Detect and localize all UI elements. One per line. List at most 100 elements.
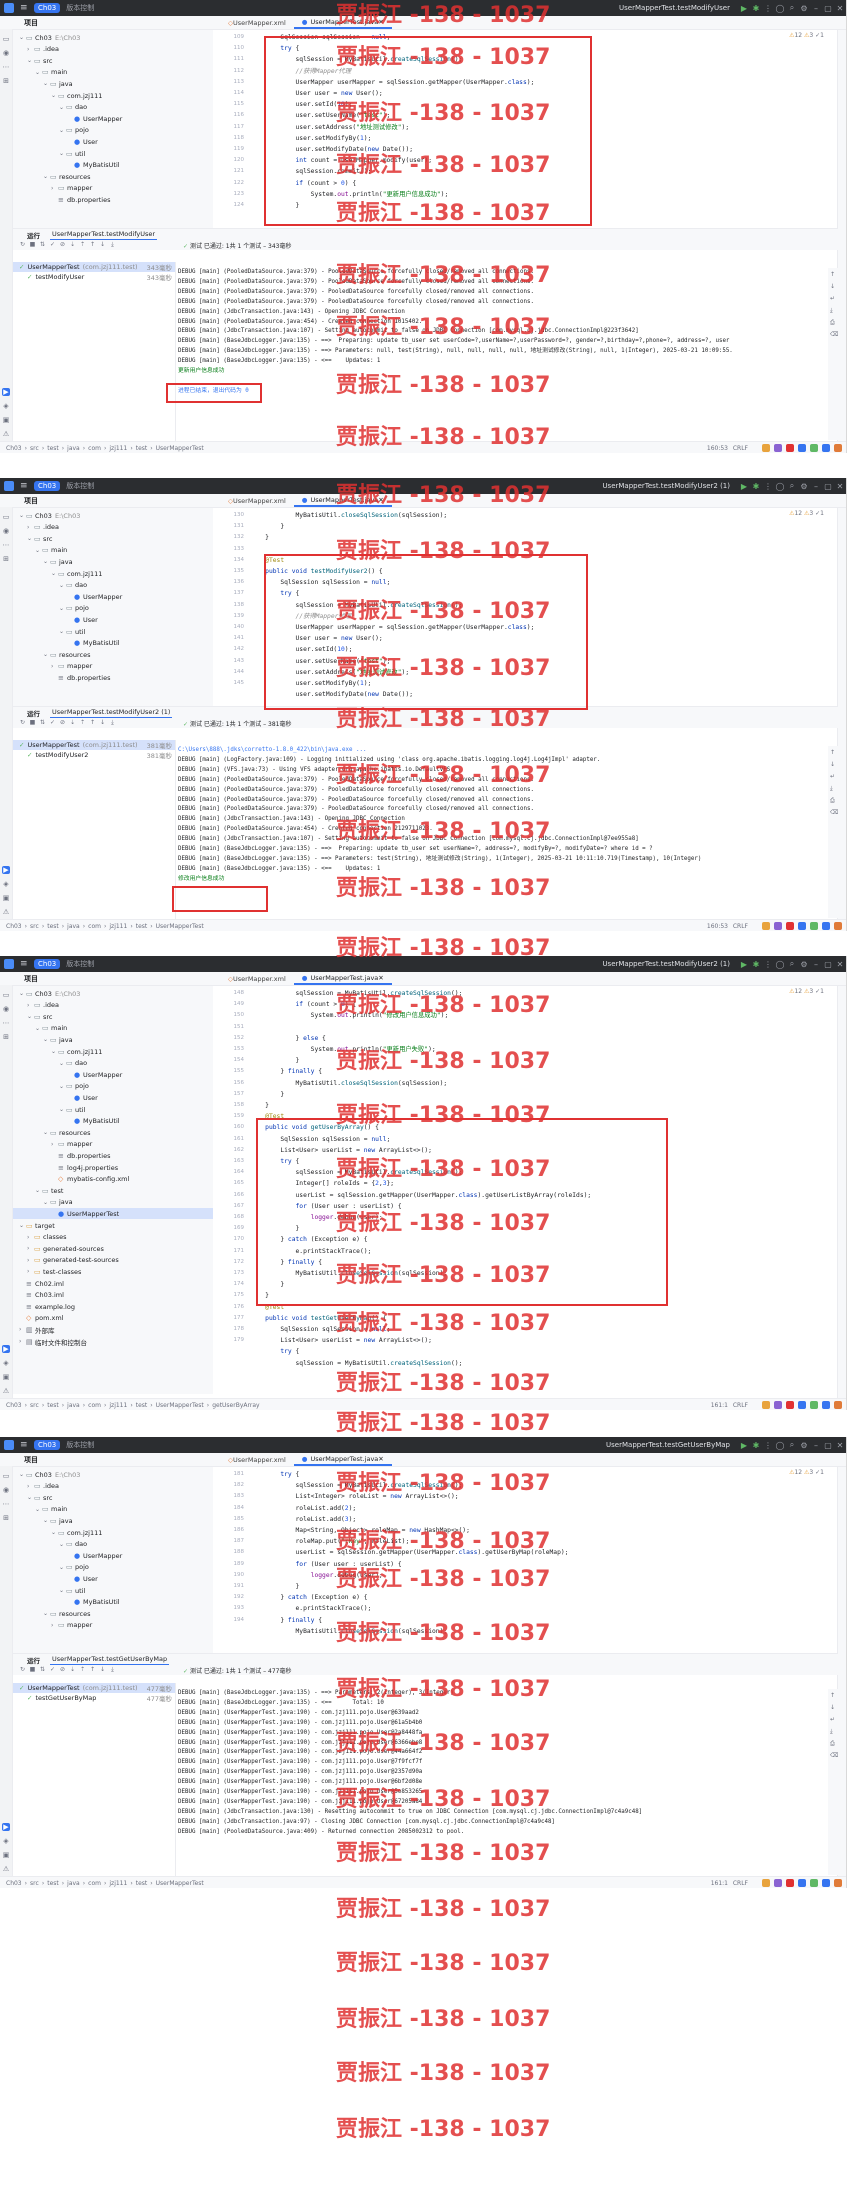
main-menu-icon[interactable]: ≡ — [20, 481, 30, 491]
chevron-down-icon[interactable]: ⌄ — [59, 1541, 66, 1548]
lock-icon[interactable] — [762, 922, 770, 930]
tree-item[interactable]: ⌄ ▭ com.jzj111 — [51, 90, 102, 101]
project-icon[interactable]: ▭ — [2, 513, 10, 521]
tree-item[interactable]: ⌄ ▭ com.jzj111 — [51, 568, 102, 579]
sort-icon[interactable]: ⇅ — [39, 241, 46, 248]
terminal-icon[interactable]: ▣ — [2, 416, 10, 424]
tree-item[interactable]: ● MyBatisUtil — [67, 638, 120, 649]
breadcrumb-item[interactable]: jzj111 — [109, 1880, 127, 1887]
project-panel-title[interactable]: 项目 — [24, 974, 38, 984]
tree-item[interactable]: › ▭ .idea — [27, 1000, 59, 1011]
project-switcher[interactable]: Ch03 — [34, 3, 61, 13]
chevron-right-icon[interactable]: › — [19, 1338, 26, 1345]
tree-item[interactable]: › ▭ classes — [27, 1232, 67, 1243]
chevron-right-icon[interactable]: › — [27, 46, 34, 53]
chevron-down-icon[interactable]: ⌄ — [43, 1610, 50, 1617]
minimize-icon[interactable]: – — [810, 1441, 822, 1450]
cloud-icon[interactable] — [822, 922, 830, 930]
tree-item[interactable]: ⌄ ▭ util — [59, 148, 85, 159]
tabnine-icon[interactable] — [810, 922, 818, 930]
tree-item[interactable]: › ▤ 临时文件和控制台 — [19, 1336, 87, 1347]
test-item[interactable]: ✓ UserMapperTest (com.jzj111.test) 343毫秒 — [13, 262, 175, 272]
lock-icon[interactable] — [762, 1879, 770, 1887]
rerun-icon[interactable]: ↻ — [19, 241, 26, 248]
expand-icon[interactable]: ⇣ — [69, 241, 76, 248]
settings-icon[interactable]: ⚙ — [798, 1441, 810, 1450]
tree-item[interactable]: ⌄ ▭ Ch03 E:\Ch03 — [19, 510, 80, 521]
filter-passed-icon[interactable]: ✓ — [49, 719, 56, 726]
stop-icon[interactable]: ■ — [29, 241, 36, 248]
trash-icon[interactable]: ⌫ — [830, 332, 838, 338]
project-panel-title[interactable]: 项目 — [24, 1455, 38, 1465]
tree-item[interactable]: ⌄ ▭ pojo — [59, 603, 89, 614]
line-separator[interactable]: CRLF — [733, 923, 748, 930]
tree-item[interactable]: › ▭ mapper — [51, 1620, 92, 1631]
line-separator[interactable]: CRLF — [733, 1402, 748, 1409]
search-icon[interactable]: ⌕ — [786, 3, 798, 13]
chevron-right-icon[interactable]: › — [27, 1234, 34, 1241]
maximize-icon[interactable]: ▢ — [822, 482, 834, 491]
print-icon[interactable]: ⎙ — [830, 1741, 836, 1747]
tree-item[interactable]: ● UserMapper — [67, 113, 122, 124]
run-tab[interactable]: UserMapperTest.testGetUserByMap — [50, 1654, 170, 1666]
close-icon[interactable]: ✕ — [834, 1441, 846, 1450]
tree-item[interactable]: ⌄ ▭ java — [43, 1034, 73, 1045]
breadcrumb-item[interactable]: test — [136, 1880, 148, 1887]
terminal-icon[interactable]: ▣ — [2, 894, 10, 902]
filter-passed-icon[interactable]: ✓ — [49, 1666, 56, 1673]
debug-icon[interactable]: ✱ — [750, 482, 762, 491]
plugin-icon[interactable] — [834, 1879, 842, 1887]
filter-ignored-icon[interactable]: ⊘ — [59, 241, 66, 248]
scroll-end-icon[interactable]: ⤓ — [830, 786, 836, 792]
tree-item[interactable]: ⌄ ▭ target — [19, 1220, 55, 1231]
breadcrumb-item[interactable]: com — [88, 445, 101, 452]
breadcrumb-item[interactable]: java — [67, 1880, 80, 1887]
scroll-down-icon[interactable]: ↓ — [830, 1705, 836, 1711]
line-separator[interactable]: CRLF — [733, 1880, 748, 1887]
caret-position[interactable]: 161:1 — [711, 1402, 728, 1409]
chevron-down-icon[interactable]: ⌄ — [19, 34, 26, 41]
run-icon[interactable]: ▶ — [738, 482, 750, 491]
lock-icon[interactable] — [762, 1401, 770, 1409]
project-switcher[interactable]: Ch03 — [34, 959, 61, 969]
prev-icon[interactable]: ↑ — [89, 241, 96, 248]
breadcrumb-item[interactable]: com — [88, 1880, 101, 1887]
chevron-down-icon[interactable]: ⌄ — [27, 535, 34, 542]
chevron-down-icon[interactable]: ⌄ — [19, 990, 26, 997]
chevron-right-icon[interactable]: › — [27, 1268, 34, 1275]
chevron-down-icon[interactable]: ⌄ — [51, 1529, 58, 1536]
project-panel-title[interactable]: 项目 — [24, 496, 38, 506]
tree-item[interactable]: ◇ pom.xml — [19, 1313, 64, 1324]
scroll-end-icon[interactable]: ⤓ — [830, 1729, 836, 1735]
inspection-widget[interactable]: ⚠12 ⚠3 ✓1 — [789, 32, 824, 39]
caret-position[interactable]: 161:1 — [711, 1880, 728, 1887]
next-icon[interactable]: ↓ — [99, 241, 106, 248]
run-tool-icon[interactable]: ▶ — [2, 1823, 10, 1831]
tree-item[interactable]: ≡ db.properties — [51, 194, 111, 205]
assistant-icon[interactable] — [774, 1401, 782, 1409]
tree-item[interactable]: ⌄ ▭ Ch03 E:\Ch03 — [19, 1469, 80, 1480]
tree-item[interactable]: ⌄ ▭ util — [59, 1104, 85, 1115]
chevron-down-icon[interactable]: ⌄ — [51, 570, 58, 577]
run-panel-title[interactable]: 运行 — [27, 708, 40, 718]
settings-icon[interactable]: ⚙ — [798, 960, 810, 969]
assistant-icon[interactable] — [774, 922, 782, 930]
chevron-down-icon[interactable]: ⌄ — [27, 57, 34, 64]
chevron-down-icon[interactable]: ⌄ — [59, 1083, 66, 1090]
main-menu-icon[interactable]: ≡ — [20, 3, 30, 13]
minimize-icon[interactable]: – — [810, 482, 822, 491]
scroll-up-icon[interactable]: ↑ — [830, 1693, 836, 1699]
breadcrumb-item[interactable]: jzj111 — [109, 445, 127, 452]
problems-icon[interactable]: ⚠ — [2, 908, 10, 916]
ai-icon[interactable] — [798, 922, 806, 930]
chevron-down-icon[interactable]: ⌄ — [43, 651, 50, 658]
user-icon[interactable]: ◯ — [774, 482, 786, 491]
chevron-down-icon[interactable]: ⌄ — [35, 69, 42, 76]
tree-item[interactable]: › ▭ mapper — [51, 183, 92, 194]
breadcrumb-item[interactable]: jzj111 — [109, 1402, 127, 1409]
chevron-down-icon[interactable]: ⌄ — [59, 127, 66, 134]
tree-item[interactable]: ⌄ ▭ dao — [59, 102, 87, 113]
commit-icon[interactable]: ◉ — [2, 49, 10, 57]
inspection-widget[interactable]: ⚠12 ⚠3 ✓1 — [789, 510, 824, 517]
ai-icon[interactable] — [798, 444, 806, 452]
